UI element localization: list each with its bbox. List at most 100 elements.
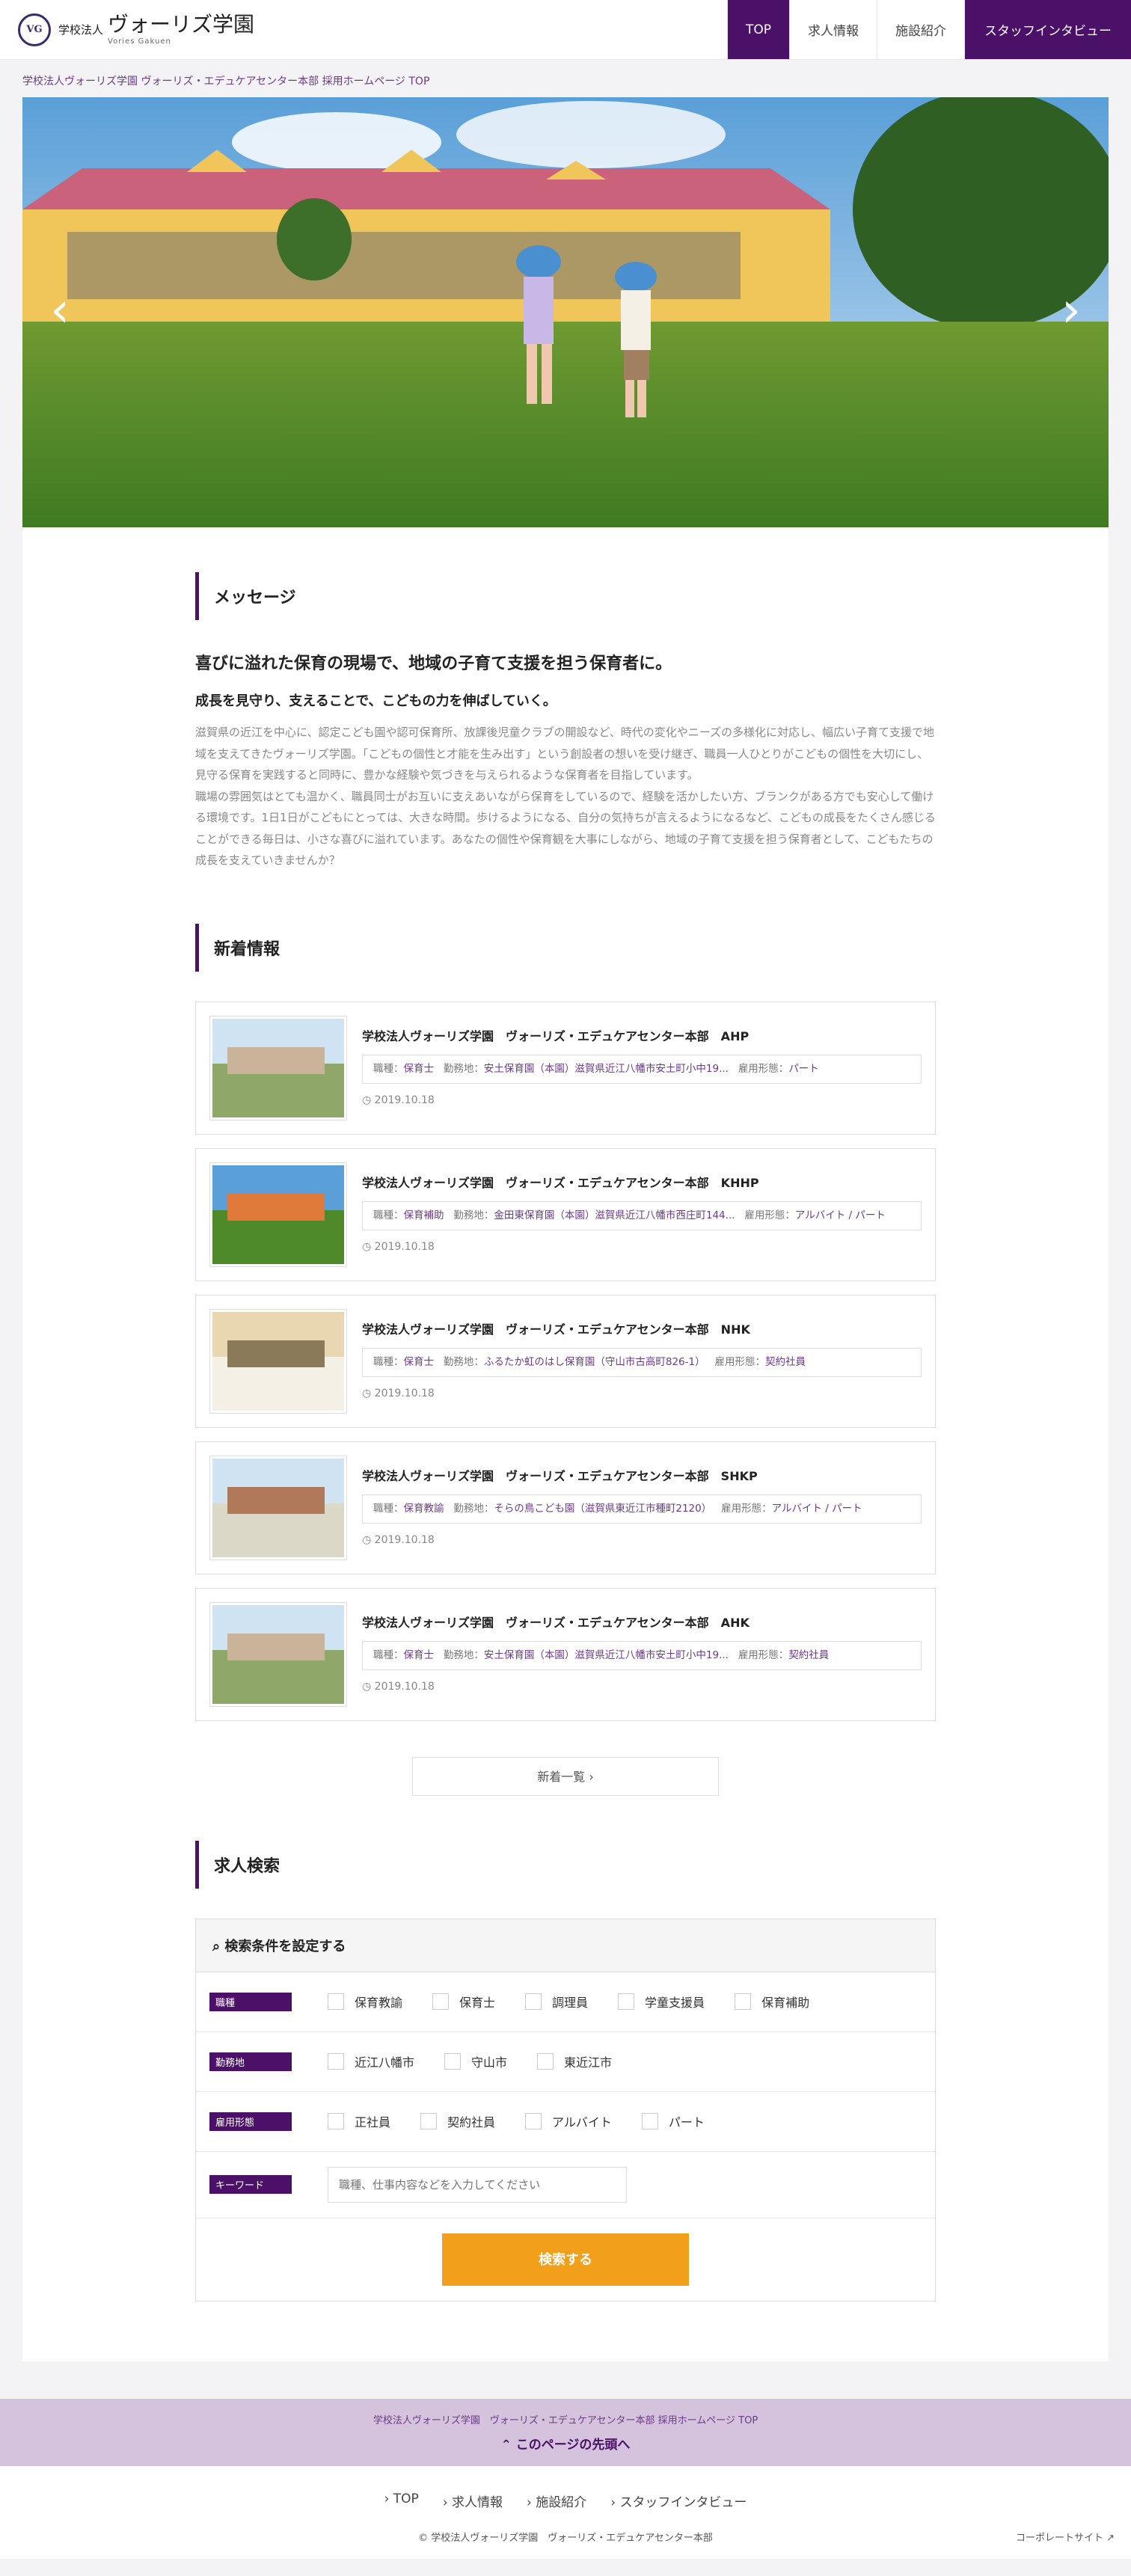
news-title[interactable]: 学校法人ヴォーリズ学園 ヴォーリズ・エデュケアセンター本部 KHHP [362, 1173, 922, 1191]
checkbox-box[interactable] [537, 2053, 554, 2070]
site-logo[interactable]: VG 学校法人 ヴォーリズ学園 Vories Gakuen [0, 0, 254, 59]
footer-site-link[interactable]: 学校法人ヴォーリズ学園 ヴォーリズ・エデュケアセンター本部 採用ホームページ T… [0, 2412, 1131, 2426]
footer-nav-jobs[interactable]: › 求人情報 [443, 2491, 503, 2510]
news-item[interactable]: 学校法人ヴォーリズ学園 ヴォーリズ・エデュケアセンター本部 AHK 職種：保育士… [195, 1587, 936, 1721]
checkbox-label: 調理員 [552, 1996, 589, 2010]
checkbox-box[interactable] [735, 1993, 752, 2010]
employment-value: アルバイト / パート [794, 1209, 886, 1221]
filter-checkbox[interactable]: 守山市 [444, 2052, 507, 2070]
news-title[interactable]: 学校法人ヴォーリズ学園 ヴォーリズ・エデュケアセンター本部 SHKP [362, 1466, 922, 1484]
logo-prefix: 学校法人 [58, 23, 104, 37]
checkbox-box[interactable] [328, 1993, 344, 2010]
news-date-value: 2019.10.18 [374, 1681, 435, 1693]
news-title[interactable]: 学校法人ヴォーリズ学園 ヴォーリズ・エデュケアセンター本部 AHK [362, 1613, 922, 1631]
news-date-value: 2019.10.18 [374, 1241, 435, 1254]
filter-checkbox[interactable]: 近江八幡市 [328, 2052, 414, 2070]
news-thumbnail [209, 1455, 347, 1560]
news-date: ◷ 2019.10.18 [362, 1534, 922, 1546]
news-more-button[interactable]: 新着一覧 › [412, 1756, 719, 1796]
employment-label: 雇用形態： [714, 1355, 765, 1368]
breadcrumb[interactable]: 学校法人ヴォーリズ学園 ヴォーリズ・エデュケアセンター本部 採用ホームページ T… [0, 60, 1131, 97]
news-thumbnail [209, 1015, 347, 1120]
news-date-value: 2019.10.18 [374, 1387, 435, 1400]
filter-checkbox[interactable]: 保育補助 [735, 1993, 809, 2011]
keyword-input[interactable] [328, 2166, 627, 2203]
message-heading: 喜びに溢れた保育の現場で、地域の子育て支援を担う保育者に。 [195, 654, 672, 673]
checkbox-label: 契約社員 [447, 2115, 496, 2129]
search-icon: ⌕ [212, 1938, 225, 1954]
filter-checkbox[interactable]: 契約社員 [420, 2112, 495, 2130]
checkbox-box[interactable] [444, 2053, 462, 2070]
nav-jobs[interactable]: 求人情報 [789, 0, 877, 59]
news-item[interactable]: 学校法人ヴォーリズ学園 ヴォーリズ・エデュケアセンター本部 NHK 職種：保育士… [195, 1294, 936, 1428]
footer-nav-top[interactable]: › TOP [384, 2491, 419, 2510]
message-paragraph-2: 職場の雰囲気はとても温かく、職員同士がお互いに支えあいながら保育をしているので、… [195, 789, 936, 868]
news-item[interactable]: 学校法人ヴォーリズ学園 ヴォーリズ・エデュケアセンター本部 AHP 職種：保育士… [195, 1001, 936, 1135]
filter-tag: 職種 [209, 1992, 292, 2011]
clock-icon: ◷ [362, 1681, 375, 1693]
filter-checkbox[interactable]: 学童支援員 [618, 1993, 705, 2011]
location-label: 勤務地： [443, 1062, 484, 1075]
employment-value: 契約社員 [764, 1355, 806, 1368]
filter-checkbox[interactable]: 東近江市 [537, 2052, 612, 2070]
news-date-value: 2019.10.18 [374, 1534, 435, 1547]
location-label: 勤務地： [453, 1502, 494, 1515]
news-item[interactable]: 学校法人ヴォーリズ学園 ヴォーリズ・エデュケアセンター本部 KHHP 職種：保育… [195, 1147, 936, 1281]
clock-icon: ◷ [362, 1241, 375, 1254]
news-meta: 職種：保育士 勤務地：ふるたか虹のはし保育園（守山市古高町826-1） 雇用形態… [362, 1347, 922, 1378]
back-to-top-link[interactable]: ⌃ このページの先頭へ [0, 2434, 1131, 2453]
filter-checkbox[interactable]: アルバイト [525, 2112, 612, 2130]
location-value: そらの鳥こども園（滋賀県東近江市種町2120） [494, 1502, 712, 1515]
news-title[interactable]: 学校法人ヴォーリズ学園 ヴォーリズ・エデュケアセンター本部 NHK [362, 1319, 922, 1337]
employment-label: 雇用形態： [744, 1209, 795, 1221]
corporate-site-label: コーポレートサイト [1015, 2532, 1103, 2544]
chevron-right-icon: › [589, 1769, 594, 1784]
footer-nav-staff-label: スタッフインタビュー [619, 2494, 747, 2510]
job-search-form: ⌕ 検索条件を設定する 職種 保育教諭 保育士 調理員 学童支援員 保育補助 勤務地 近江八幡… [195, 1918, 936, 2301]
footer-nav-facilities[interactable]: › 施設紹介 [527, 2491, 586, 2510]
corporate-site-link[interactable]: コーポレートサイト ↗ [1016, 2530, 1115, 2544]
search-submit-button[interactable]: 検索する [442, 2233, 689, 2286]
hero-prev-arrow-icon[interactable]: ‹ [45, 284, 75, 337]
filter-checkbox[interactable]: パート [641, 2112, 705, 2130]
employment-value: 契約社員 [788, 1649, 830, 1661]
checkbox-box[interactable] [420, 2113, 438, 2129]
hero-next-arrow-icon[interactable]: › [1056, 284, 1086, 337]
footer-nav-staff[interactable]: › スタッフインタビュー [610, 2491, 747, 2510]
location-label: 勤務地： [453, 1209, 494, 1221]
external-link-icon: ↗ [1106, 2532, 1115, 2544]
filter-checkbox[interactable]: 調理員 [525, 1993, 588, 2011]
nav-facilities[interactable]: 施設紹介 [877, 0, 964, 59]
news-list: 学校法人ヴォーリズ学園 ヴォーリズ・エデュケアセンター本部 AHP 職種：保育士… [195, 1001, 936, 1721]
keyword-row: キーワード [196, 2152, 935, 2218]
employment-value: アルバイト / パート [771, 1502, 862, 1515]
news-item[interactable]: 学校法人ヴォーリズ学園 ヴォーリズ・エデュケアセンター本部 SHKP 職種：保育… [195, 1441, 936, 1574]
checkbox-box[interactable] [525, 2113, 542, 2129]
checkbox-box[interactable] [432, 1993, 450, 2010]
job-type-label: 職種： [373, 1355, 404, 1368]
news-meta: 職種：保育教諭 勤務地：そらの鳥こども園（滋賀県東近江市種町2120） 雇用形態… [362, 1494, 922, 1524]
search-filter-row: 職種 保育教諭 保育士 調理員 学童支援員 保育補助 [196, 1972, 935, 2032]
checkbox-box[interactable] [525, 1993, 542, 2010]
checkbox-box[interactable] [328, 2053, 344, 2070]
filter-checkbox[interactable]: 正社員 [328, 2112, 390, 2130]
employment-label: 雇用形態： [738, 1649, 789, 1661]
checkbox-label: 保育士 [459, 1996, 496, 2010]
footer-nav-jobs-label: 求人情報 [452, 2494, 503, 2510]
checkbox-box[interactable] [641, 2113, 658, 2129]
filter-checkbox[interactable]: 保育教諭 [328, 1993, 402, 2011]
nav-staff-interview[interactable]: スタッフインタビュー [964, 0, 1131, 59]
news-meta: 職種：保育補助 勤務地：金田東保育園（本園）滋賀県近江八幡市西庄町144... … [362, 1200, 922, 1231]
checkbox-box[interactable] [328, 2113, 344, 2129]
search-form-header: ⌕ 検索条件を設定する [196, 1919, 935, 1972]
job-type-value: 保育士 [403, 1062, 435, 1075]
clock-icon: ◷ [362, 1094, 375, 1107]
nav-top[interactable]: TOP [726, 0, 789, 59]
chevron-up-icon: ⌃ [500, 2437, 516, 2453]
news-title[interactable]: 学校法人ヴォーリズ学園 ヴォーリズ・エデュケアセンター本部 AHP [362, 1026, 922, 1044]
checkbox-label: 近江八幡市 [355, 2055, 415, 2070]
message-subheading: 成長を見守り、支えることで、こどもの力を伸ばしていく。 [195, 693, 557, 709]
checkbox-box[interactable] [618, 1993, 635, 2010]
filter-checkbox[interactable]: 保育士 [432, 1993, 495, 2011]
filter-tag: 雇用形態 [209, 2112, 292, 2131]
